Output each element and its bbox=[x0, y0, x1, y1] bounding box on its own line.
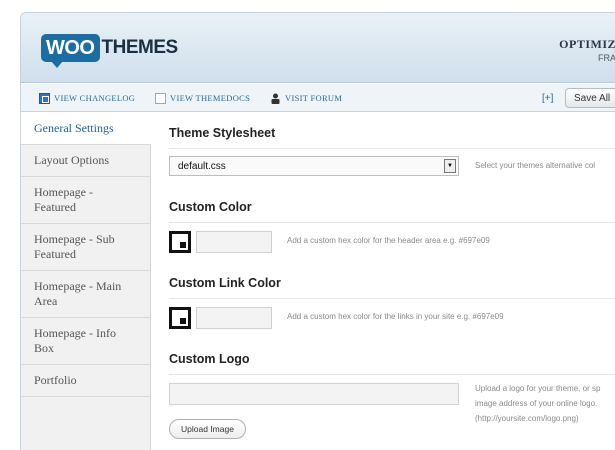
theme-subtitle: FRA bbox=[598, 53, 615, 63]
custom-link-color-help: Add a custom hex color for the links in … bbox=[287, 312, 504, 321]
custom-color-help: Add a custom hex color for the header ar… bbox=[287, 236, 490, 245]
stylesheet-select-value: default.css bbox=[178, 160, 226, 172]
user-icon bbox=[270, 93, 281, 104]
custom-logo-title: Custom Logo bbox=[169, 352, 615, 375]
sidebar-item-homepage-main-area[interactable]: Homepage - Main Area bbox=[21, 271, 150, 318]
visit-forum-label: Visit Forum bbox=[285, 93, 343, 103]
stylesheet-help: Select your themes alternative col bbox=[475, 161, 596, 170]
woothemes-logo: WOO THEMES bbox=[41, 33, 179, 68]
logo-themes-text: THEMES bbox=[101, 37, 179, 58]
view-changelog-label: View Changelog bbox=[54, 93, 136, 103]
theme-stylesheet-title: Theme Stylesheet bbox=[169, 126, 615, 149]
custom-color-section: Custom Color Add a custom hex color for … bbox=[169, 200, 615, 253]
custom-color-picker-icon[interactable] bbox=[169, 231, 191, 253]
sidebar-item-homepage-sub-featured[interactable]: Homepage - Sub Featured bbox=[21, 224, 150, 271]
sidebar-item-portfolio[interactable]: Portfolio bbox=[21, 365, 150, 397]
expand-all-toggle[interactable]: [+] bbox=[542, 84, 553, 112]
view-themedocs-label: View Themedocs bbox=[170, 93, 251, 103]
custom-logo-section: Custom Logo Upload Image Upload a logo f… bbox=[169, 352, 615, 439]
view-themedocs-link[interactable]: View Themedocs bbox=[155, 84, 250, 112]
save-all-button[interactable]: Save All bbox=[565, 88, 615, 108]
admin-panel: WOO THEMES OPTIMIZ FRA View Changelog Vi… bbox=[20, 12, 615, 450]
custom-logo-input[interactable] bbox=[169, 383, 459, 405]
custom-logo-help-line: (http://yoursite.com/logo.png) bbox=[475, 414, 579, 423]
chevron-down-icon[interactable]: ▼ bbox=[444, 159, 456, 173]
view-changelog-link[interactable]: View Changelog bbox=[39, 84, 135, 112]
theme-title: OPTIMIZ bbox=[559, 37, 615, 51]
header: WOO THEMES OPTIMIZ FRA bbox=[21, 13, 615, 83]
theme-name: OPTIMIZ FRA bbox=[559, 37, 615, 63]
sidebar-item-general-settings[interactable]: General Settings bbox=[21, 113, 151, 145]
custom-logo-help-line: Upload a logo for your theme, or sp bbox=[475, 384, 601, 393]
custom-link-color-title: Custom Link Color bbox=[169, 276, 615, 299]
theme-stylesheet-section: Theme Stylesheet default.css ▼ Select yo… bbox=[169, 126, 615, 176]
stylesheet-select[interactable]: default.css ▼ bbox=[169, 156, 459, 176]
settings-content: Theme Stylesheet default.css ▼ Select yo… bbox=[169, 113, 615, 450]
custom-logo-help-line: image address of your online logo. bbox=[475, 399, 598, 408]
custom-link-color-section: Custom Link Color Add a custom hex color… bbox=[169, 276, 615, 329]
changelog-icon bbox=[39, 92, 50, 104]
document-icon bbox=[155, 92, 166, 104]
sidebar-item-homepage-featured[interactable]: Homepage - Featured bbox=[21, 177, 150, 224]
custom-logo-help: Upload a logo for your theme, or sp imag… bbox=[475, 381, 600, 426]
custom-color-title: Custom Color bbox=[169, 200, 615, 223]
custom-color-input[interactable] bbox=[196, 231, 272, 253]
logo-woo-text: WOO bbox=[41, 34, 100, 68]
sidebar: General Settings Layout Options Homepage… bbox=[21, 113, 151, 450]
custom-link-color-picker-icon[interactable] bbox=[169, 307, 191, 329]
toolbar: View Changelog View Themedocs Visit Foru… bbox=[21, 84, 615, 112]
sidebar-item-homepage-info-box[interactable]: Homepage - Info Box bbox=[21, 318, 150, 365]
custom-link-color-input[interactable] bbox=[196, 307, 272, 329]
visit-forum-link[interactable]: Visit Forum bbox=[270, 84, 342, 112]
upload-image-button[interactable]: Upload Image bbox=[169, 419, 246, 439]
sidebar-item-layout-options[interactable]: Layout Options bbox=[21, 145, 150, 177]
